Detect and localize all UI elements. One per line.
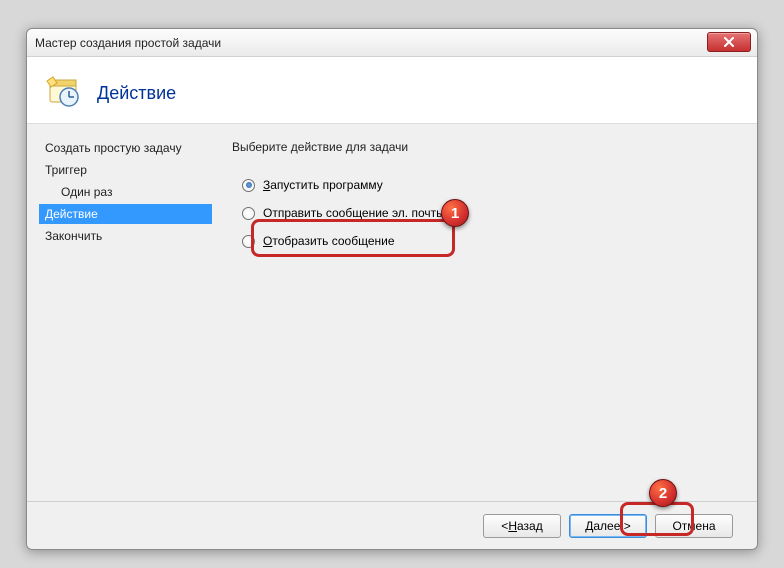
instruction-text: Выберите действие для задачи bbox=[232, 140, 737, 154]
wizard-content: Выберите действие для задачи Запустить п… bbox=[212, 124, 757, 498]
radio-icon bbox=[242, 235, 255, 248]
titlebar: Мастер создания простой задачи bbox=[27, 29, 757, 57]
radio-display-message[interactable]: Отобразить сообщение bbox=[236, 230, 737, 252]
close-button[interactable] bbox=[707, 32, 751, 52]
wizard-sidebar: Создать простую задачу Триггер Один раз … bbox=[27, 124, 212, 498]
sidebar-item-action[interactable]: Действие bbox=[39, 204, 212, 224]
sidebar-item-create-task[interactable]: Создать простую задачу bbox=[39, 138, 212, 158]
wizard-header: Действие bbox=[27, 57, 757, 124]
radio-send-email[interactable]: Отправить сообщение эл. почты bbox=[236, 202, 737, 224]
sidebar-item-once[interactable]: Один раз bbox=[39, 182, 212, 202]
wizard-window: Мастер создания простой задачи Действие … bbox=[26, 28, 758, 550]
radio-label: Отобразить сообщение bbox=[263, 234, 395, 248]
radio-label: Отправить сообщение эл. почты bbox=[263, 206, 445, 220]
sidebar-item-finish[interactable]: Закончить bbox=[39, 226, 212, 246]
annotation-marker-1: 1 bbox=[441, 199, 469, 227]
annotation-marker-2: 2 bbox=[649, 479, 677, 507]
back-button[interactable]: < Назад bbox=[483, 514, 561, 538]
action-radio-group: Запустить программу Отправить сообщение … bbox=[236, 174, 737, 252]
cancel-button[interactable]: Отмена bbox=[655, 514, 733, 538]
sidebar-item-trigger[interactable]: Триггер bbox=[39, 160, 212, 180]
page-title: Действие bbox=[97, 83, 176, 104]
radio-start-program[interactable]: Запустить программу bbox=[236, 174, 737, 196]
next-button[interactable]: Далее > bbox=[569, 514, 647, 538]
wizard-footer: < Назад Далее > Отмена bbox=[27, 501, 757, 549]
radio-icon bbox=[242, 179, 255, 192]
wizard-body: Создать простую задачу Триггер Один раз … bbox=[27, 124, 757, 498]
task-scheduler-icon bbox=[45, 75, 81, 111]
radio-icon bbox=[242, 207, 255, 220]
window-title: Мастер создания простой задачи bbox=[35, 36, 221, 50]
radio-label: Запустить программу bbox=[263, 178, 383, 192]
close-icon bbox=[724, 37, 734, 47]
